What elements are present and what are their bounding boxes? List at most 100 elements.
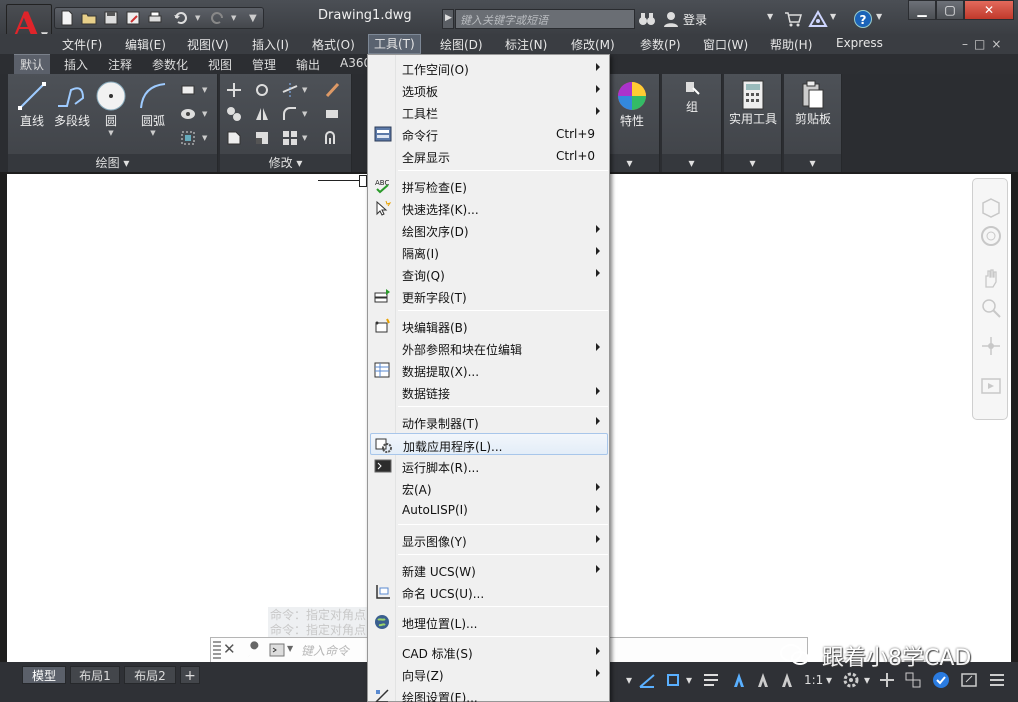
chevron-down-icon[interactable]: ▼ (302, 110, 307, 118)
menu-draw[interactable]: 绘图(D) (440, 36, 483, 53)
chevron-down-icon[interactable]: ▾ (626, 673, 632, 687)
login-label[interactable]: 登录 (683, 11, 707, 28)
mirror-icon[interactable] (254, 106, 270, 122)
lineweight-icon[interactable] (702, 671, 720, 689)
undo-icon[interactable] (173, 10, 191, 26)
menu-item-toolbars[interactable]: 工具栏 (370, 101, 608, 123)
save-as-icon[interactable] (125, 10, 143, 26)
explode-icon[interactable] (324, 106, 340, 122)
panel-clipboard-title[interactable]: ▾ (784, 154, 841, 172)
menu-dimension[interactable]: 标注(N) (505, 36, 547, 53)
chevron-down-icon[interactable]: ▼ (287, 644, 293, 653)
fillet-icon[interactable] (282, 106, 298, 122)
menu-view[interactable]: 视图(V) (187, 36, 229, 53)
menu-help[interactable]: 帮助(H) (770, 36, 812, 53)
menu-item-quick-select[interactable]: 快速选择(K)... (370, 197, 608, 219)
tab-parametric[interactable]: 参数化 (152, 56, 188, 73)
menu-item-run-script[interactable]: 运行脚本(R)... (370, 455, 608, 477)
pan-hand-icon[interactable] (980, 267, 1002, 289)
chevron-down-icon[interactable]: ▼ (830, 12, 836, 21)
properties-button[interactable]: 特性 (612, 80, 652, 129)
stretch-icon[interactable] (226, 130, 242, 146)
redo-dropdown-icon[interactable]: ▼ (231, 14, 236, 22)
customization-menu-icon[interactable] (988, 671, 1006, 689)
drawn-line[interactable] (318, 180, 362, 181)
menu-parametric[interactable]: 参数(P) (640, 36, 681, 53)
menu-format[interactable]: 格式(O) (312, 36, 355, 53)
annotation-visibility-icon[interactable] (730, 671, 748, 689)
group-button[interactable]: 组 (672, 80, 712, 115)
isolate-objects-icon[interactable] (904, 671, 922, 689)
array-icon[interactable] (282, 130, 298, 146)
polar-tracking-icon[interactable] (638, 671, 656, 689)
menu-item-data-links[interactable]: 数据链接 (370, 381, 608, 403)
a360-exchange-icon[interactable] (808, 9, 828, 28)
circle-button[interactable]: 圆 ▼ (94, 80, 128, 137)
chevron-down-icon[interactable]: ▼ (767, 12, 773, 21)
chevron-down-icon[interactable]: ▾ (864, 673, 870, 687)
annotation-scale-value[interactable]: 1:1 (804, 673, 823, 687)
menu-item-display-image[interactable]: 显示图像(Y) (370, 529, 608, 551)
hardware-acceleration-icon[interactable] (932, 671, 950, 689)
undo-dropdown-icon[interactable]: ▼ (195, 14, 200, 22)
clipboard-button[interactable]: 剪贴板 (786, 80, 840, 127)
minimize-button[interactable]: ▁ (908, 0, 936, 20)
zoom-icon[interactable] (980, 297, 1002, 319)
menu-item-draw-order[interactable]: 绘图次序(D) (370, 219, 608, 241)
chevron-down-icon[interactable]: ▼ (302, 134, 307, 142)
panel-groups-title[interactable]: ▾ (662, 154, 721, 172)
menu-item-update-fields[interactable]: 更新字段(T) (370, 285, 608, 307)
wrench-icon[interactable] (245, 641, 261, 659)
hatch-icon[interactable] (180, 106, 196, 122)
menu-tools[interactable]: 工具(T) (368, 34, 421, 54)
erase-icon[interactable] (324, 82, 340, 98)
boundary-icon[interactable] (180, 130, 196, 146)
drag-handle-icon[interactable] (213, 641, 221, 659)
chevron-down-icon[interactable]: ▼ (302, 86, 307, 94)
scale-icon[interactable] (254, 130, 270, 146)
menu-edit[interactable]: 编辑(E) (125, 36, 166, 53)
customize-qat-icon[interactable]: ▼ (249, 13, 257, 24)
menu-item-action-recorder[interactable]: 动作录制器(T) (370, 411, 608, 433)
offset-icon[interactable] (324, 130, 340, 146)
panel-utilities-title[interactable]: ▾ (724, 154, 781, 172)
tab-manage[interactable]: 管理 (252, 56, 276, 73)
copy-icon[interactable] (226, 106, 242, 122)
user-icon[interactable] (662, 10, 680, 28)
menu-item-inquiry[interactable]: 查询(Q) (370, 263, 608, 285)
menu-item-new-ucs[interactable]: 新建 UCS(W) (370, 559, 608, 581)
clean-screen-icon[interactable] (960, 671, 978, 689)
tab-output[interactable]: 输出 (296, 56, 320, 73)
menu-item-workspaces[interactable]: 工作空间(O) (370, 57, 608, 79)
menu-file[interactable]: 文件(F) (62, 36, 102, 53)
polyline-button[interactable]: 多段线 (52, 80, 92, 129)
chevron-down-icon[interactable]: ▾ (826, 673, 832, 687)
menu-item-geolocation[interactable]: 地理位置(L)... (370, 611, 608, 633)
steering-wheel-icon[interactable] (980, 225, 1002, 247)
panel-modify-title[interactable]: 修改 ▾ (220, 154, 351, 172)
tab-annotate[interactable]: 注释 (108, 56, 132, 73)
close-button[interactable]: ✕ (964, 0, 1014, 20)
menu-item-drafting-settings[interactable]: 绘图设置(F)... (370, 685, 608, 702)
chevron-down-icon[interactable]: ▼ (876, 12, 882, 21)
move-icon[interactable] (226, 82, 242, 98)
menu-item-command-line[interactable]: 命令行 Ctrl+9 (370, 123, 608, 145)
line-button[interactable]: 直线 (14, 80, 50, 129)
rectangle-icon[interactable] (180, 82, 196, 98)
arc-button[interactable]: 圆弧 ▼ (134, 80, 172, 137)
tab-view[interactable]: 视图 (208, 56, 232, 73)
add-layout-button[interactable]: + (180, 666, 200, 684)
menu-item-spelling[interactable]: ABC 拼写检查(E) (370, 175, 608, 197)
tab-model[interactable]: 模型 (22, 666, 66, 684)
showmotion-icon[interactable] (980, 375, 1002, 397)
menu-item-data-extraction[interactable]: 数据提取(X)... (370, 359, 608, 381)
menu-item-palettes[interactable]: 选项板 (370, 79, 608, 101)
menu-item-macro[interactable]: 宏(A) (370, 477, 608, 499)
tab-layout1[interactable]: 布局1 (70, 666, 120, 684)
tab-default[interactable]: 默认 (14, 54, 51, 74)
save-icon[interactable] (103, 10, 121, 26)
tab-layout2[interactable]: 布局2 (124, 666, 176, 684)
chevron-down-icon[interactable]: ▼ (202, 134, 207, 142)
menu-item-wizards[interactable]: 向导(Z) (370, 663, 608, 685)
open-file-icon[interactable] (81, 10, 99, 26)
